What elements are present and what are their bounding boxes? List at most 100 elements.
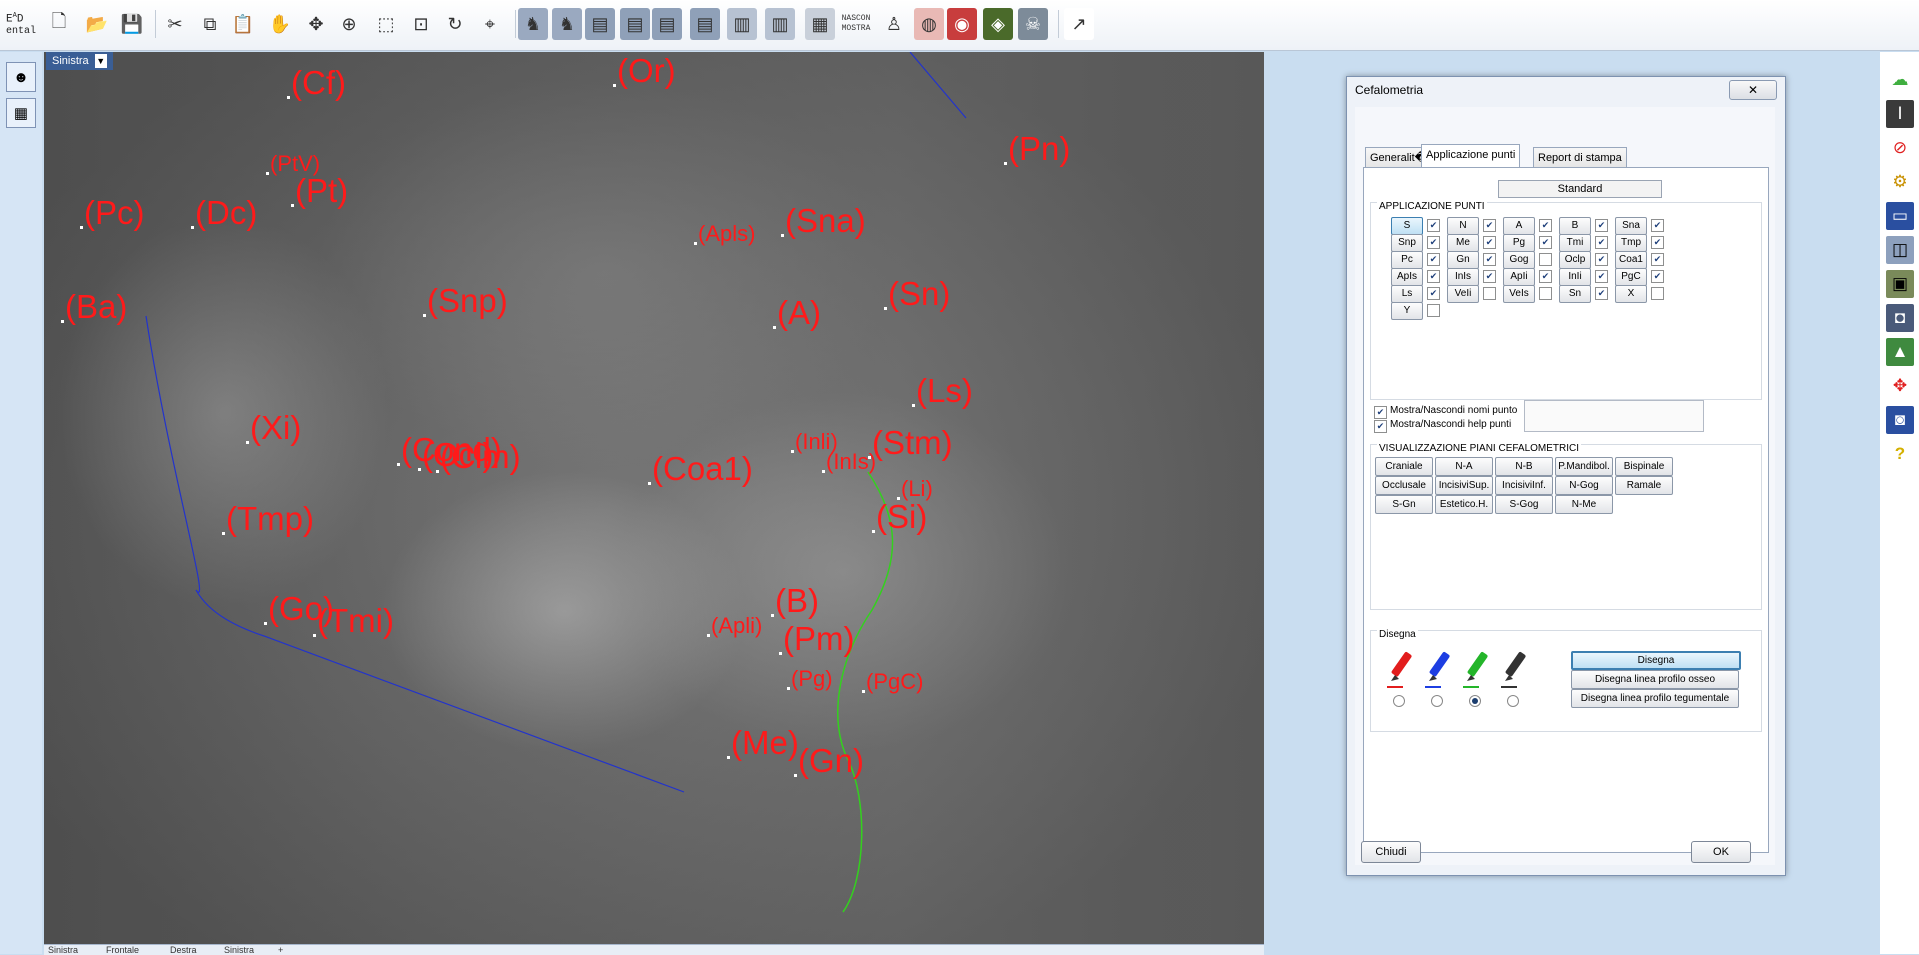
- cut-icon[interactable]: ✂: [160, 8, 190, 40]
- point-button-n[interactable]: N: [1447, 217, 1479, 235]
- open-folder-icon[interactable]: 📂: [82, 8, 112, 40]
- landmark-inis[interactable]: (InIs): [822, 451, 876, 474]
- point-button-me[interactable]: Me: [1447, 234, 1479, 252]
- landmark-me[interactable]: (Me): [727, 726, 799, 759]
- point-checkbox-me[interactable]: [1483, 236, 1496, 249]
- monitor-icon[interactable]: ▭: [1886, 202, 1914, 230]
- point-checkbox-a[interactable]: [1539, 219, 1552, 232]
- disegna-button[interactable]: Disegna: [1571, 651, 1741, 670]
- point-checkbox-veii[interactable]: [1483, 287, 1496, 300]
- landmark-sn[interactable]: (Sn): [884, 277, 950, 310]
- model-icon[interactable]: ▣: [1886, 270, 1914, 298]
- cloud-icon[interactable]: ☁: [1886, 66, 1914, 94]
- view-selector[interactable]: Sinistra ▼: [46, 52, 113, 70]
- point-button-pgc[interactable]: PgC: [1615, 268, 1647, 286]
- landmark-pg[interactable]: (Pg): [787, 668, 833, 691]
- landmark-gn[interactable]: (Gn): [794, 744, 864, 777]
- help-icon[interactable]: ?: [1886, 440, 1914, 468]
- point-checkbox-coa1[interactable]: [1651, 253, 1664, 266]
- landmark-apls[interactable]: (Apls): [694, 223, 755, 246]
- pen-radio-1[interactable]: [1431, 695, 1443, 707]
- landmark-ls[interactable]: (Ls): [912, 374, 973, 407]
- plane-button-s-gn[interactable]: S-Gn: [1375, 495, 1433, 514]
- teeth-icon[interactable]: ▥: [727, 8, 757, 40]
- landmark-stm[interactable]: (Stm): [868, 426, 953, 459]
- zoom-fit-icon[interactable]: ⊡: [406, 8, 436, 40]
- point-button-sn[interactable]: Sn: [1559, 285, 1591, 303]
- plane-button-s-gog[interactable]: S-Gog: [1495, 495, 1553, 514]
- point-button-inis[interactable]: InIs: [1447, 268, 1479, 286]
- point-button-pg[interactable]: Pg: [1503, 234, 1535, 252]
- pen-radio-3[interactable]: [1507, 695, 1519, 707]
- point-checkbox-ls[interactable]: [1427, 287, 1440, 300]
- chevron-down-icon[interactable]: ▼: [94, 54, 107, 68]
- point-checkbox-s[interactable]: [1427, 219, 1440, 232]
- point-button-b[interactable]: B: [1559, 217, 1591, 235]
- show-names-checkbox[interactable]: [1374, 406, 1387, 419]
- model-icon[interactable]: ▤: [620, 8, 650, 40]
- point-checkbox-tmp[interactable]: [1651, 236, 1664, 249]
- plane-button-incisiviinf-[interactable]: IncisiviInf.: [1495, 476, 1553, 495]
- bracket-icon[interactable]: Ⅰ: [1886, 100, 1914, 128]
- red-pen-icon[interactable]: [1383, 649, 1423, 691]
- tooth-icon[interactable]: ♞: [518, 8, 548, 40]
- point-button-gog[interactable]: Gog: [1503, 251, 1535, 269]
- plane-button-n-me[interactable]: N-Me: [1555, 495, 1613, 514]
- landmark-pgc[interactable]: (PgC): [862, 671, 923, 694]
- chiudi-button[interactable]: Chiudi: [1361, 841, 1421, 863]
- point-checkbox-pgc[interactable]: [1651, 270, 1664, 283]
- save-icon[interactable]: 💾: [117, 8, 147, 40]
- point-checkbox-snp[interactable]: [1427, 236, 1440, 249]
- point-checkbox-sna[interactable]: [1651, 219, 1664, 232]
- blue-pen-icon[interactable]: [1421, 649, 1461, 691]
- point-button-oclp[interactable]: Oclp: [1559, 251, 1591, 269]
- pen-radio-2[interactable]: [1469, 695, 1481, 707]
- point-button-apii[interactable]: ApIi: [1503, 268, 1535, 286]
- cancel-icon[interactable]: ⊘: [1886, 134, 1914, 162]
- close-icon[interactable]: ✕: [1729, 80, 1777, 100]
- point-button-ls[interactable]: Ls: [1391, 285, 1423, 303]
- point-button-inii[interactable]: InIi: [1559, 268, 1591, 286]
- gear-icon[interactable]: ⚙: [1886, 168, 1914, 196]
- tooth-icon[interactable]: ♞: [552, 8, 582, 40]
- xray-photo-icon[interactable]: ◈: [983, 8, 1013, 40]
- point-checkbox-inis[interactable]: [1483, 270, 1496, 283]
- plane-button-craniale[interactable]: Craniale: [1375, 457, 1433, 476]
- move-icon[interactable]: ✥: [301, 8, 331, 40]
- landmark-clm[interactable]: (Clm): [436, 440, 521, 473]
- target-icon[interactable]: ⌖: [475, 8, 505, 40]
- pan-hand-icon[interactable]: ✋: [265, 8, 295, 40]
- point-button-gn[interactable]: Gn: [1447, 251, 1479, 269]
- point-button-tmi[interactable]: Tmi: [1559, 234, 1591, 252]
- landmark-tmp[interactable]: (Tmp): [222, 502, 314, 535]
- point-checkbox-n[interactable]: [1483, 219, 1496, 232]
- landmark-or[interactable]: (Or): [613, 54, 676, 87]
- point-button-veis[interactable]: VeIs: [1503, 285, 1535, 303]
- rotate-icon[interactable]: ↻: [440, 8, 470, 40]
- landmark-pt[interactable]: (Pt): [291, 174, 348, 207]
- landmark-ba[interactable]: (Ba): [61, 290, 127, 323]
- point-checkbox-pc[interactable]: [1427, 253, 1440, 266]
- point-checkbox-y[interactable]: [1427, 304, 1440, 317]
- teeth-icon[interactable]: ▥: [765, 8, 795, 40]
- zoom-region-icon[interactable]: ⬚: [371, 8, 401, 40]
- new-file-icon[interactable]: 🗋: [44, 8, 74, 40]
- device-icon[interactable]: ◘: [1886, 304, 1914, 332]
- model-icon[interactable]: ▤: [585, 8, 615, 40]
- point-checkbox-apii[interactable]: [1539, 270, 1552, 283]
- teeth-photo-icon[interactable]: ◍: [914, 8, 944, 40]
- tab-applicazione-punti[interactable]: Applicazione punti: [1421, 144, 1521, 169]
- landmark-coa1[interactable]: (Coa1): [648, 452, 753, 485]
- export-icon[interactable]: ↗: [1064, 8, 1094, 40]
- camera-icon[interactable]: ◙: [1886, 406, 1914, 434]
- point-button-apis[interactable]: ApIs: [1391, 268, 1423, 286]
- plane-button-bispinale[interactable]: Bispinale: [1615, 457, 1673, 476]
- landmark-pn[interactable]: (Pn): [1004, 132, 1070, 165]
- landmark-si[interactable]: (Si): [872, 500, 927, 533]
- landmark-sna[interactable]: (Sna): [781, 204, 866, 237]
- point-checkbox-sn[interactable]: [1595, 287, 1608, 300]
- landmark-pm[interactable]: (Pm): [779, 622, 854, 655]
- point-checkbox-oclp[interactable]: [1595, 253, 1608, 266]
- landmark-a[interactable]: (A): [773, 296, 821, 329]
- point-button-veii[interactable]: VeIi: [1447, 285, 1479, 303]
